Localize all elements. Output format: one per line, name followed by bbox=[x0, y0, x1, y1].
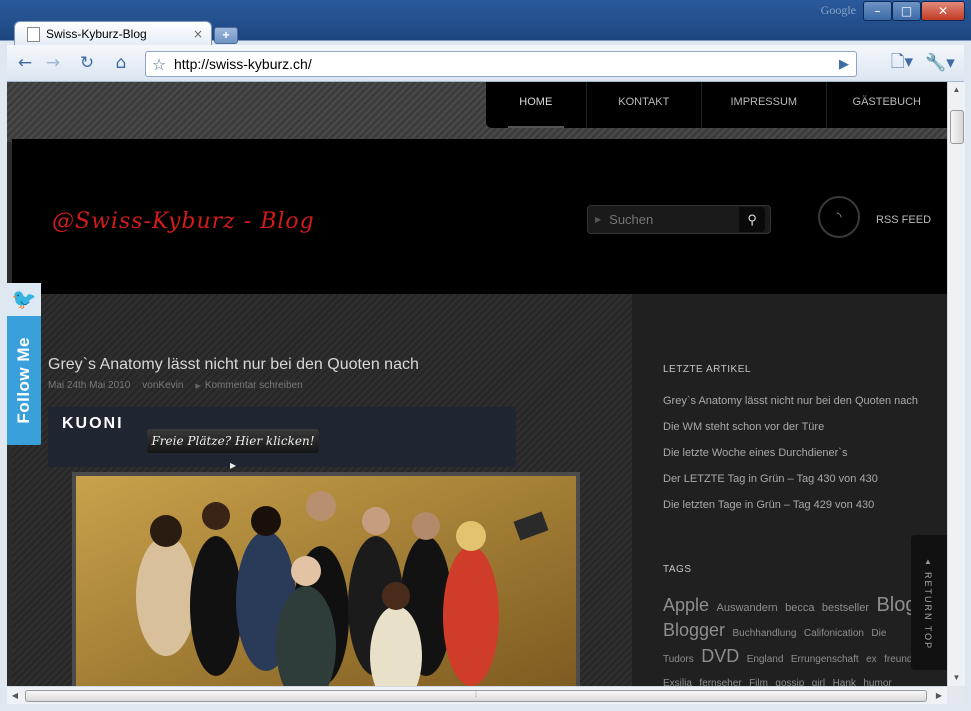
tag-link[interactable]: ex bbox=[866, 654, 877, 665]
recent-article-link[interactable]: Der LETZTE Tag in Grün – Tag 430 von 430 bbox=[663, 473, 878, 485]
ad-cta-label: Freie Plätze? Hier klicken! bbox=[151, 434, 315, 448]
scroll-left-arrow-icon[interactable]: ◀ bbox=[7, 687, 23, 704]
site-logo[interactable]: @Swiss-Kyburz - Blog bbox=[52, 209, 315, 234]
follow-me-widget[interactable]: 🐦 Follow Me bbox=[7, 283, 41, 445]
tag-cloud: Apple Auswandern becca bestseller Blog B… bbox=[663, 594, 925, 686]
tag-link[interactable]: girl bbox=[812, 678, 825, 686]
search-icon[interactable]: ⚲ bbox=[739, 207, 766, 232]
page-icon bbox=[27, 26, 40, 42]
close-window-button[interactable]: ✕ bbox=[921, 1, 965, 21]
maximize-button[interactable]: □ bbox=[892, 1, 921, 21]
tab-title: Swiss-Kyburz-Blog bbox=[46, 27, 147, 41]
tag-link[interactable]: DVD bbox=[701, 646, 739, 666]
post-date: Mai 24th Mai 2010 bbox=[48, 380, 131, 391]
search-box: ▶ ⚲ bbox=[587, 205, 771, 234]
site-header: @Swiss-Kyburz - Blog ▶ ⚲ ◝ RSS FEED bbox=[12, 139, 947, 294]
tag-link[interactable]: Exsilia bbox=[663, 678, 692, 686]
tag-link[interactable]: becca bbox=[785, 602, 814, 614]
post-photo bbox=[72, 472, 580, 686]
nav-home[interactable]: HOME bbox=[486, 82, 587, 128]
follow-me-label: Follow Me bbox=[14, 337, 33, 424]
browser-toolbar: ← → ↻ ⌂ ☆ ▶ 🗋▾ 🔧▾ bbox=[7, 45, 964, 82]
follow-me-tab[interactable]: Follow Me bbox=[7, 316, 41, 445]
page-viewport: HOME KONTAKT IMPRESSUM GÄSTEBUCH @Swiss-… bbox=[7, 82, 947, 686]
recent-article-link[interactable]: Grey`s Anatomy lässt nicht nur bei den Q… bbox=[663, 395, 918, 407]
tag-link[interactable]: gossip bbox=[775, 678, 804, 686]
window-controls: – □ ✕ bbox=[863, 1, 965, 21]
recent-article-link[interactable]: Die letzten Tage in Grün – Tag 429 von 4… bbox=[663, 499, 874, 511]
back-arrow-icon[interactable]: ← bbox=[13, 51, 37, 75]
nav-impressum[interactable]: IMPRESSUM bbox=[702, 82, 827, 128]
tag-link[interactable]: humor bbox=[863, 678, 891, 686]
kuoni-logo: KUONI bbox=[62, 415, 124, 432]
reload-icon[interactable]: ↻ bbox=[75, 51, 99, 75]
home-icon[interactable]: ⌂ bbox=[109, 51, 133, 75]
recent-articles-heading: LETZTE ARTIKEL bbox=[663, 364, 751, 375]
bookmark-star-icon[interactable]: ☆ bbox=[146, 55, 172, 74]
main-content: Grey`s Anatomy lässt nicht nur bei den Q… bbox=[12, 294, 632, 686]
tag-link[interactable]: Hank bbox=[833, 678, 856, 686]
triangle-icon: ▶ bbox=[195, 383, 201, 390]
rss-icon[interactable]: ◝ bbox=[818, 196, 860, 238]
tag-link[interactable]: Errungenschaft bbox=[791, 654, 859, 665]
scroll-up-arrow-icon[interactable]: ▲ bbox=[948, 82, 965, 98]
browser-tab[interactable]: Swiss-Kyburz-Blog × bbox=[14, 21, 212, 46]
tag-link[interactable]: Auswandern bbox=[717, 602, 778, 614]
page-menu-icon[interactable]: 🗋▾ bbox=[887, 51, 917, 75]
scroll-down-arrow-icon[interactable]: ▼ bbox=[948, 670, 965, 686]
horizontal-scrollbar[interactable]: ◀ ⁞ ▶ bbox=[7, 686, 947, 704]
new-tab-button[interactable]: + bbox=[214, 27, 238, 44]
tag-link[interactable]: bestseller bbox=[822, 602, 869, 614]
cast-photo-illustration bbox=[76, 476, 576, 686]
tag-link[interactable]: Tudors bbox=[663, 654, 694, 665]
horizontal-scroll-thumb[interactable]: ⁞ bbox=[25, 690, 927, 702]
go-arrow-icon[interactable]: ▶ bbox=[832, 56, 856, 72]
tab-close-icon[interactable]: × bbox=[193, 27, 203, 41]
tag-link[interactable]: Buchhandlung bbox=[733, 628, 797, 639]
post-title[interactable]: Grey`s Anatomy lässt nicht nur bei den Q… bbox=[48, 356, 419, 374]
return-top-button[interactable]: ▲ RETURN TOP bbox=[911, 535, 947, 670]
tag-link[interactable]: England bbox=[747, 654, 784, 665]
vertical-scroll-thumb[interactable] bbox=[950, 110, 964, 144]
minimize-button[interactable]: – bbox=[863, 1, 892, 21]
wrench-icon[interactable]: 🔧▾ bbox=[925, 51, 955, 75]
sidebar: LETZTE ARTIKEL Grey`s Anatomy lässt nich… bbox=[632, 294, 947, 686]
tag-link[interactable]: Blogger bbox=[663, 620, 725, 640]
comment-link[interactable]: ▶ Kommentar schreiben bbox=[195, 380, 302, 391]
url-input[interactable] bbox=[172, 55, 832, 73]
comment-link-label: Kommentar schreiben bbox=[204, 380, 303, 391]
nav-gaestebuch[interactable]: GÄSTEBUCH bbox=[827, 82, 947, 128]
search-arrow-icon: ▶ bbox=[595, 215, 602, 224]
post-meta: Mai 24th Mai 2010 vonKevin ▶ Kommentar sc… bbox=[48, 380, 303, 391]
tag-link[interactable]: Califonication bbox=[804, 628, 864, 639]
post-author[interactable]: vonKevin bbox=[142, 380, 183, 391]
rss-feed-link[interactable]: RSS FEED bbox=[876, 214, 931, 226]
twitter-bird-icon: 🐦 bbox=[7, 283, 41, 316]
scrollbar-corner bbox=[947, 686, 964, 703]
tags-heading: TAGS bbox=[663, 564, 692, 575]
search-input[interactable] bbox=[607, 211, 740, 228]
scroll-right-arrow-icon[interactable]: ▶ bbox=[931, 687, 947, 704]
google-label: Google bbox=[820, 3, 856, 17]
tag-link[interactable]: Film bbox=[749, 678, 768, 686]
tag-link[interactable]: fernseher bbox=[699, 678, 741, 686]
recent-article-link[interactable]: Die WM steht schon vor der Türe bbox=[663, 421, 824, 433]
ad-cta-button[interactable]: Freie Plätze? Hier klicken! ▸ bbox=[147, 429, 319, 472]
tag-link[interactable]: Die bbox=[871, 628, 886, 639]
nav-kontakt[interactable]: KONTAKT bbox=[587, 82, 703, 128]
forward-arrow-icon[interactable]: → bbox=[41, 51, 65, 75]
tag-link[interactable]: Apple bbox=[663, 595, 709, 615]
up-triangle-icon: ▲ bbox=[924, 557, 932, 566]
address-bar[interactable]: ☆ ▶ bbox=[145, 51, 857, 77]
vertical-scrollbar[interactable]: ▲ ▼ bbox=[947, 82, 965, 686]
return-top-label: RETURN TOP bbox=[923, 572, 933, 651]
main-nav: HOME KONTAKT IMPRESSUM GÄSTEBUCH bbox=[486, 82, 947, 128]
kuoni-banner[interactable]: KUONI Freie Plätze? Hier klicken! ▸ bbox=[48, 407, 516, 472]
recent-article-link[interactable]: Die letzte Woche eines Durchdiener`s bbox=[663, 447, 847, 459]
